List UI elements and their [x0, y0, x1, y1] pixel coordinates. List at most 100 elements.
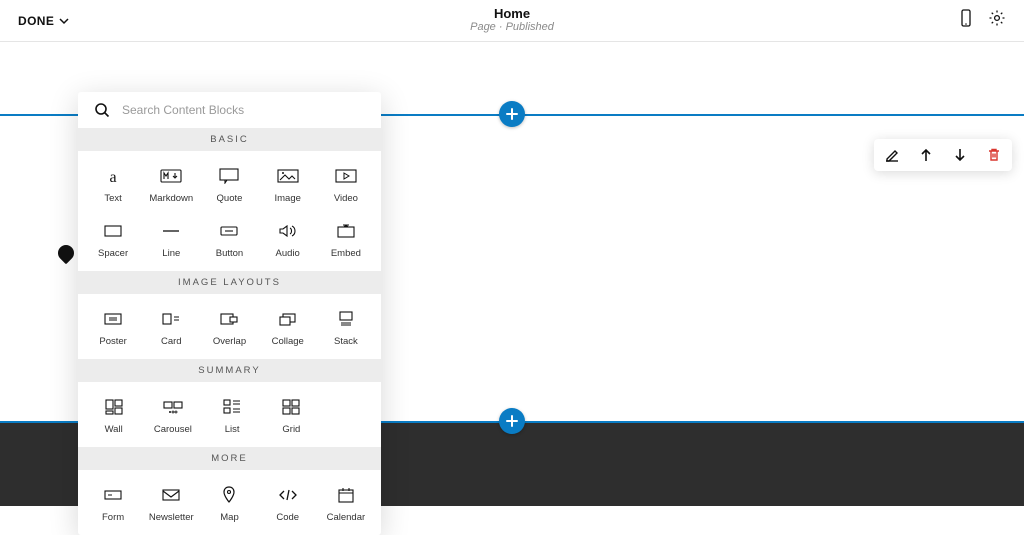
- block-label: Line: [162, 248, 180, 259]
- category-grid-summary: Wall Carousel List Grid: [78, 382, 381, 447]
- chevron-down-icon: [58, 15, 70, 27]
- form-icon: [102, 486, 124, 504]
- line-icon: [160, 222, 182, 240]
- block-label: Embed: [331, 248, 361, 259]
- block-label: Overlap: [213, 336, 246, 347]
- block-label: Code: [276, 512, 299, 523]
- quote-icon: [218, 167, 240, 185]
- block-label: Quote: [217, 193, 243, 204]
- done-button[interactable]: DONE: [18, 14, 70, 28]
- block-label: List: [225, 424, 240, 435]
- list-icon: [222, 398, 242, 416]
- category-grid-more: Form Newsletter Map Code Calendar: [78, 470, 381, 535]
- block-label: Grid: [282, 424, 300, 435]
- text-icon: a: [103, 167, 123, 185]
- add-section-button[interactable]: [499, 408, 525, 434]
- block-line[interactable]: Line: [142, 214, 200, 269]
- page-canvas: BASIC a Text Markdown Quote Image Video: [0, 42, 1024, 506]
- category-header-more: MORE: [78, 447, 381, 470]
- block-label: Newsletter: [149, 512, 194, 523]
- plus-icon: [505, 107, 519, 121]
- video-icon: [335, 167, 357, 185]
- arrow-up-icon: [919, 147, 933, 163]
- category-header-image-layouts: IMAGE LAYOUTS: [78, 271, 381, 294]
- category-grid-image-layouts: Poster Card Overlap Collage Stack: [78, 294, 381, 359]
- image-icon: [277, 167, 299, 185]
- search-row: [78, 92, 381, 128]
- block-overlap[interactable]: Overlap: [200, 302, 258, 357]
- block-card[interactable]: Card: [142, 302, 200, 357]
- markdown-icon: [160, 167, 182, 185]
- edit-button[interactable]: [882, 145, 902, 165]
- block-grid[interactable]: Grid: [262, 390, 321, 445]
- block-label: Map: [220, 512, 238, 523]
- collage-icon: [277, 310, 299, 328]
- code-icon: [277, 486, 299, 504]
- block-markdown[interactable]: Markdown: [142, 159, 200, 214]
- move-down-button[interactable]: [950, 145, 970, 165]
- block-quote[interactable]: Quote: [200, 159, 258, 214]
- top-bar: DONE Home Page · Published: [0, 0, 1024, 42]
- page-subtitle: Page · Published: [470, 22, 554, 35]
- block-audio[interactable]: Audio: [259, 214, 317, 269]
- block-label: Form: [102, 512, 124, 523]
- grid-icon: [282, 398, 300, 416]
- block-list[interactable]: List: [203, 390, 262, 445]
- gear-icon[interactable]: [988, 9, 1006, 32]
- block-embed[interactable]: Embed: [317, 214, 375, 269]
- search-icon: [94, 102, 110, 118]
- block-label: Text: [104, 193, 121, 204]
- block-label: Card: [161, 336, 182, 347]
- block-label: Button: [216, 248, 243, 259]
- add-section-button[interactable]: [499, 101, 525, 127]
- topbar-actions: [958, 9, 1006, 32]
- arrow-down-icon: [953, 147, 967, 163]
- category-grid-basic: a Text Markdown Quote Image Video Sp: [78, 151, 381, 271]
- block-label: Wall: [105, 424, 123, 435]
- stack-icon: [335, 310, 357, 328]
- block-label: Image: [274, 193, 300, 204]
- svg-text:a: a: [110, 169, 117, 185]
- poster-icon: [102, 310, 124, 328]
- plus-icon: [505, 414, 519, 428]
- mobile-preview-icon[interactable]: [958, 9, 974, 32]
- block-edit-toolbar: [874, 139, 1012, 171]
- done-label: DONE: [18, 14, 54, 28]
- block-label: Calendar: [327, 512, 366, 523]
- block-poster[interactable]: Poster: [84, 302, 142, 357]
- spacer-icon: [102, 222, 124, 240]
- search-input[interactable]: [122, 103, 365, 117]
- block-label: Audio: [276, 248, 300, 259]
- newsletter-icon: [160, 486, 182, 504]
- button-icon: [218, 222, 240, 240]
- map-icon: [221, 486, 237, 504]
- block-wall[interactable]: Wall: [84, 390, 143, 445]
- block-text[interactable]: a Text: [84, 159, 142, 214]
- block-label: Carousel: [154, 424, 192, 435]
- block-collage[interactable]: Collage: [259, 302, 317, 357]
- block-label: Markdown: [149, 193, 193, 204]
- calendar-icon: [337, 486, 355, 504]
- block-image[interactable]: Image: [259, 159, 317, 214]
- category-header-summary: SUMMARY: [78, 359, 381, 382]
- wall-icon: [104, 398, 124, 416]
- block-button[interactable]: Button: [200, 214, 258, 269]
- content-block-picker: BASIC a Text Markdown Quote Image Video: [78, 92, 381, 535]
- carousel-icon: [162, 398, 184, 416]
- block-stack[interactable]: Stack: [317, 302, 375, 357]
- pencil-icon: [884, 147, 900, 163]
- card-icon: [160, 310, 182, 328]
- block-label: Video: [334, 193, 358, 204]
- page-title: Home: [470, 7, 554, 22]
- block-label: Poster: [99, 336, 126, 347]
- move-up-button[interactable]: [916, 145, 936, 165]
- block-label: Stack: [334, 336, 358, 347]
- block-spacer[interactable]: Spacer: [84, 214, 142, 269]
- block-label: Spacer: [98, 248, 128, 259]
- block-video[interactable]: Video: [317, 159, 375, 214]
- block-carousel[interactable]: Carousel: [143, 390, 202, 445]
- audio-icon: [277, 222, 299, 240]
- delete-button[interactable]: [984, 145, 1004, 165]
- overlap-icon: [218, 310, 240, 328]
- embed-icon: [335, 222, 357, 240]
